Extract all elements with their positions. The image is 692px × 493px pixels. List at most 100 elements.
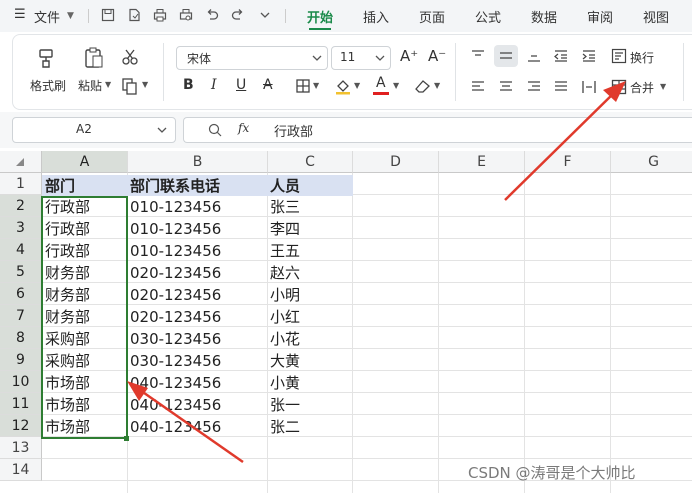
eraser-icon[interactable]: [414, 78, 432, 94]
undo-icon[interactable]: [205, 8, 219, 22]
font-name-select[interactable]: 宋体: [176, 46, 328, 70]
staff-cell[interactable]: 小花: [270, 328, 300, 350]
phone-cell[interactable]: 020-123456: [130, 262, 221, 284]
phone-cell[interactable]: 040-123456: [130, 372, 221, 394]
row-header-7[interactable]: 7: [0, 305, 42, 327]
row-header-5[interactable]: 5: [0, 261, 42, 283]
formula-input[interactable]: fx 行政部: [183, 117, 692, 143]
tab-view[interactable]: 视图: [643, 7, 669, 26]
row-header-4[interactable]: 4: [0, 239, 42, 261]
column-header-A[interactable]: A: [42, 151, 128, 173]
tab-page[interactable]: 页面: [419, 7, 445, 26]
wrap-text-label[interactable]: 换行: [630, 49, 654, 66]
align-top-icon[interactable]: [470, 49, 486, 63]
column-header-D[interactable]: D: [353, 151, 439, 173]
tab-review[interactable]: 审阅: [587, 7, 613, 26]
staff-cell[interactable]: 王五: [270, 240, 300, 262]
phone-cell[interactable]: 030-123456: [130, 328, 221, 350]
tab-data[interactable]: 数据: [531, 7, 557, 26]
staff-cell[interactable]: 张二: [270, 416, 300, 438]
format-painter-label[interactable]: 格式刷: [30, 77, 66, 94]
align-left-icon[interactable]: [470, 80, 486, 94]
print-icon[interactable]: [153, 8, 167, 22]
font-color-chevron-icon[interactable]: ▼: [393, 81, 399, 90]
redo-icon[interactable]: [231, 8, 245, 22]
tab-insert[interactable]: 插入: [363, 7, 389, 26]
header-cell-staff[interactable]: 人员: [270, 175, 300, 197]
staff-cell[interactable]: 小黄: [270, 372, 300, 394]
staff-cell[interactable]: 小红: [270, 306, 300, 328]
merge-chevron-icon[interactable]: ▼: [660, 82, 666, 91]
print-preview-icon[interactable]: [179, 8, 193, 22]
increase-indent-icon[interactable]: [581, 49, 597, 63]
phone-cell[interactable]: 040-123456: [130, 416, 221, 438]
border-icon[interactable]: [295, 78, 311, 94]
decrease-indent-icon[interactable]: [553, 49, 569, 63]
cut-icon[interactable]: [121, 48, 139, 66]
header-cell-department[interactable]: 部门: [45, 175, 75, 197]
font-size-select[interactable]: 11: [331, 46, 391, 70]
row-header-8[interactable]: 8: [0, 327, 42, 349]
staff-cell[interactable]: 张一: [270, 394, 300, 416]
merge-cells-label[interactable]: 合并: [630, 79, 654, 96]
row-header-2[interactable]: 2: [0, 195, 42, 217]
fill-color-icon[interactable]: [334, 77, 352, 95]
staff-cell[interactable]: 张三: [270, 196, 300, 218]
border-chevron-icon[interactable]: ▼: [313, 81, 319, 90]
column-header-B[interactable]: B: [128, 151, 268, 173]
phone-cell[interactable]: 020-123456: [130, 306, 221, 328]
select-all-corner[interactable]: [0, 151, 42, 173]
staff-cell[interactable]: 大黄: [270, 350, 300, 372]
phone-cell[interactable]: 020-123456: [130, 284, 221, 306]
row-header-14[interactable]: 14: [0, 459, 42, 481]
align-center-icon[interactable]: [498, 80, 514, 94]
copy-chevron-icon[interactable]: ▼: [142, 80, 148, 89]
phone-cell[interactable]: 010-123456: [130, 196, 221, 218]
fill-color-chevron-icon[interactable]: ▼: [354, 81, 360, 90]
export-pdf-icon[interactable]: [127, 8, 141, 22]
eraser-chevron-icon[interactable]: ▼: [434, 81, 440, 90]
row-header-10[interactable]: 10: [0, 371, 42, 393]
hamburger-icon[interactable]: ☰: [14, 7, 26, 22]
row-header-3[interactable]: 3: [0, 217, 42, 239]
phone-cell[interactable]: 030-123456: [130, 350, 221, 372]
justify-icon[interactable]: [553, 80, 569, 94]
phone-cell[interactable]: 010-123456: [130, 240, 221, 262]
row-header-9[interactable]: 9: [0, 349, 42, 371]
paste-icon[interactable]: [83, 46, 105, 70]
copy-icon[interactable]: [121, 77, 139, 95]
phone-cell[interactable]: 010-123456: [130, 218, 221, 240]
italic-icon[interactable]: I: [211, 77, 217, 93]
zoom-icon[interactable]: [208, 123, 222, 137]
staff-cell[interactable]: 李四: [270, 218, 300, 240]
header-cell-phone[interactable]: 部门联系电话: [130, 175, 220, 197]
format-painter-icon[interactable]: [35, 47, 57, 69]
row-header-11[interactable]: 11: [0, 393, 42, 415]
align-right-icon[interactable]: [526, 80, 542, 94]
phone-cell[interactable]: 040-123456: [130, 394, 221, 416]
file-menu[interactable]: 文件: [34, 7, 60, 26]
decrease-font-icon[interactable]: A⁻: [428, 47, 446, 65]
column-header-C[interactable]: C: [268, 151, 353, 173]
staff-cell[interactable]: 赵六: [270, 262, 300, 284]
tab-formula[interactable]: 公式: [475, 7, 501, 26]
name-box[interactable]: A2: [12, 117, 176, 143]
merge-cells-icon[interactable]: [611, 79, 627, 95]
underline-icon[interactable]: U: [236, 77, 246, 93]
tab-home[interactable]: 开始: [307, 7, 333, 26]
row-header-6[interactable]: 6: [0, 283, 42, 305]
row-header-12[interactable]: 12: [0, 415, 42, 437]
paste-label[interactable]: 粘贴: [78, 77, 102, 94]
paste-chevron-icon[interactable]: ▼: [105, 80, 111, 89]
column-header-E[interactable]: E: [439, 151, 525, 173]
more-chevron-icon[interactable]: [258, 8, 272, 22]
wrap-text-icon[interactable]: [611, 48, 627, 64]
row-header-1[interactable]: 1: [0, 173, 42, 195]
row-header-13[interactable]: 13: [0, 437, 42, 459]
strikethrough-icon[interactable]: A: [263, 77, 273, 93]
file-menu-chevron-icon[interactable]: ▼: [67, 11, 74, 21]
staff-cell[interactable]: 小明: [270, 284, 300, 306]
align-bottom-icon[interactable]: [526, 49, 542, 63]
fill-handle[interactable]: [124, 436, 129, 441]
column-header-G[interactable]: G: [611, 151, 692, 173]
